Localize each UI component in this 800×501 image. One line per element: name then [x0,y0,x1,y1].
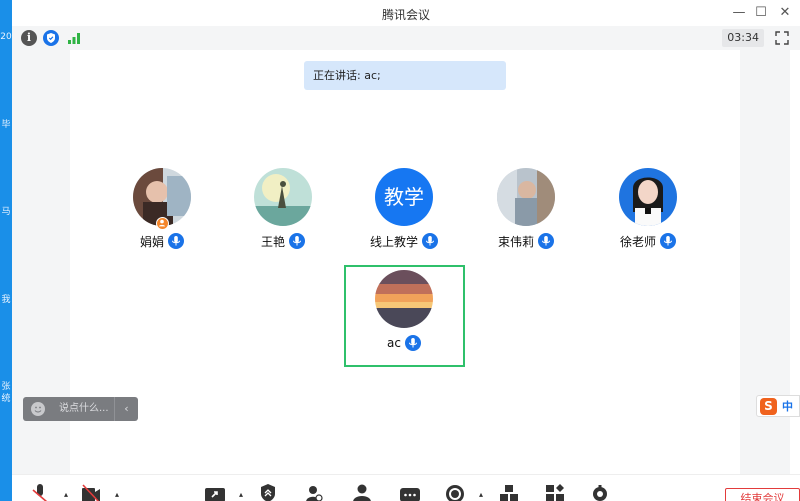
record-icon[interactable] [445,484,465,501]
avatar [619,168,677,226]
participant-name: 线上教学 [369,234,418,249]
close-button[interactable]: ✕ [776,4,794,22]
mic-icon [660,233,676,249]
camera-off-icon[interactable] [81,484,101,501]
desktop-edge-text: 毕 [1,120,11,130]
participant-name-row: 束伟莉 [471,232,581,250]
layout-icon[interactable] [545,484,565,501]
chevron-up-icon[interactable]: ▴ [115,491,121,499]
sogou-logo-icon: S [760,398,777,415]
mic-icon [168,233,184,249]
emoji-icon[interactable] [31,402,45,416]
members-icon[interactable] [304,484,324,501]
participant-tile[interactable]: 束伟莉 [471,168,581,250]
meeting-timer: 03:34 [722,29,764,47]
chat-placeholder: 说点什么... [59,403,109,414]
participant-name: 束伟莉 [497,234,534,249]
desktop-edge-text: 马 [1,207,11,217]
participant-name-row: 王艳 [228,232,338,250]
mic-icon [422,233,438,249]
mic-muted-icon[interactable] [30,484,50,501]
chevron-up-icon[interactable]: ▴ [64,491,70,499]
participant-name-row: 徐老师 [593,232,703,250]
desktop-edge: 20 毕 马 我 张 统 [0,0,12,501]
avatar [254,168,312,226]
participant-name-row: 线上教学 [349,232,459,250]
chat-input[interactable]: 说点什么... ‹ [23,397,138,421]
participant-name: 娟娟 [139,234,164,249]
participant-name-row: ac [349,334,459,352]
participant-name-row: 娟娟 [107,232,217,250]
chevron-up-icon[interactable]: ▴ [239,491,245,499]
avatar [497,168,555,226]
host-badge-icon [156,217,169,230]
participant-tile[interactable]: 教学 线上教学 [349,168,459,250]
share-screen-icon[interactable] [205,484,225,501]
security-icon[interactable] [258,484,278,501]
collapse-chat-button[interactable]: ‹ [114,397,138,421]
title-bar: 腾讯会议 — ☐ ✕ [12,0,800,26]
desktop-edge-text: 我 [1,295,11,305]
speaking-indicator: 正在讲话: ac; [304,61,506,90]
avatar [375,270,433,328]
ime-indicator[interactable]: S 中 [756,395,800,417]
minimize-button[interactable]: — [730,4,748,22]
mic-icon [538,233,554,249]
desktop-edge-text: 统 [1,394,11,404]
participant-name: ac [387,336,401,350]
mic-icon [404,335,421,351]
end-meeting-button[interactable]: 结束会议 [725,488,800,501]
participant-name: 王艳 [260,234,285,249]
apps-icon[interactable] [499,484,519,501]
shield-icon[interactable] [43,30,59,46]
video-stage: 正在讲话: ac; 娟娟 王艳 教学 线上教学 束伟莉 徐老师 ac [70,50,740,466]
settings-icon[interactable] [590,484,610,501]
info-icon[interactable]: i [21,30,37,46]
participant-tile[interactable]: 娟娟 [107,168,217,250]
window-title: 腾讯会议 [381,8,430,22]
meeting-toolbar: ▴ ▴ ▴ ▴ 结束会议 [12,474,800,501]
participant-name: 徐老师 [619,234,656,249]
desktop-edge-text: 20 [0,32,12,42]
participant-tile[interactable]: 徐老师 [593,168,703,250]
participant-tile[interactable]: 王艳 [228,168,338,250]
invite-icon[interactable] [352,484,372,501]
desktop-edge-text: 张 [1,382,11,392]
avatar: 教学 [375,168,433,226]
chat-icon[interactable] [400,484,420,501]
meeting-info-bar: i 03:34 [12,26,800,50]
mic-icon [289,233,305,249]
participant-tile[interactable]: ac [349,270,459,352]
ime-mode: 中 [782,400,793,413]
avatar [133,168,191,230]
fullscreen-icon[interactable] [774,30,790,46]
chevron-up-icon[interactable]: ▴ [479,491,485,499]
signal-icon[interactable] [66,30,82,46]
maximize-button[interactable]: ☐ [752,4,770,22]
